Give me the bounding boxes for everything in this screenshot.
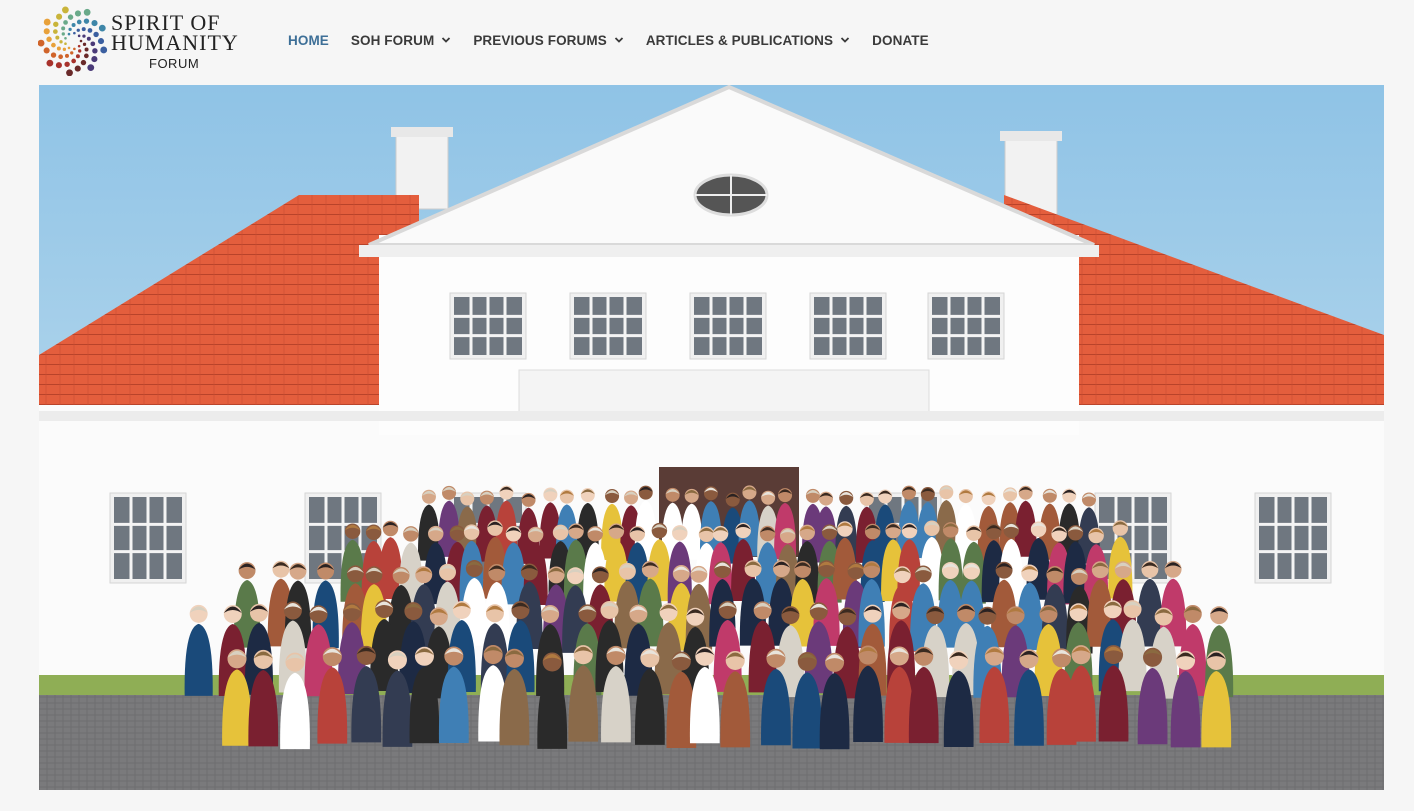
logo-dot (90, 41, 96, 47)
logo-dot (56, 13, 63, 20)
logo-dot (50, 52, 57, 58)
spiral-dots-logo-icon (38, 6, 108, 76)
logo-dot (64, 36, 67, 40)
logo-dot (81, 27, 86, 32)
nav-item-label: HOME (288, 32, 329, 48)
site-logo-link[interactable]: SPIRIT OF HUMANITY FORUM (38, 6, 243, 76)
logo-dot (78, 49, 82, 53)
logo-dot (83, 8, 91, 16)
logo-dot (53, 29, 58, 34)
logo-dot (66, 69, 73, 76)
logo-dot (82, 42, 87, 46)
logo-dot (100, 46, 108, 54)
logo-dot (93, 31, 99, 38)
logo-dot (73, 31, 76, 35)
logo-dot (76, 19, 82, 25)
logo-dot (68, 27, 72, 32)
logo-dot (56, 46, 61, 51)
site-header: SPIRIT OF HUMANITY FORUM HOME SOH FORUM … (0, 0, 1414, 85)
logo-dot (70, 51, 74, 55)
main-nav: HOME SOH FORUM PREVIOUS FORUMS ARTICLES … (288, 28, 951, 52)
logo-dot (80, 59, 87, 66)
logo-dot (83, 18, 90, 24)
logo-dot (46, 36, 52, 42)
nav-item-soh-forum[interactable]: SOH FORUM (351, 33, 451, 48)
nav-item-label: ARTICLES & PUBLICATIONS (645, 32, 834, 48)
nav-item-home[interactable]: HOME (288, 33, 329, 48)
nav-item-label: PREVIOUS FORUMS (473, 32, 607, 48)
nav-item-donate[interactable]: DONATE (872, 33, 929, 48)
logo-dot (61, 26, 66, 31)
nav-item-previous-forums[interactable]: PREVIOUS FORUMS (473, 33, 624, 48)
logo-dot (62, 47, 67, 51)
logo-dot (64, 53, 69, 58)
logo-dot (97, 38, 105, 45)
chevron-down-icon (614, 37, 623, 43)
logo-dot (67, 46, 71, 50)
logo-dot (73, 47, 76, 51)
logo-dot (92, 48, 98, 54)
chimney-cap (391, 127, 453, 137)
chimney-cap (1000, 131, 1062, 141)
logo-dot (59, 40, 63, 44)
logo-dot (43, 28, 50, 35)
logo-dot (43, 18, 51, 26)
belt-course (39, 411, 1384, 421)
logo-dot (51, 42, 56, 48)
logo-dot (38, 39, 45, 47)
logo-text-line2: HUMANITY (111, 30, 239, 55)
logo-dot (76, 28, 80, 32)
logo-dot (53, 21, 59, 27)
logo-dot (87, 28, 93, 33)
logo-dot (83, 53, 89, 59)
logo-dot (74, 10, 82, 17)
logo-dot (82, 34, 86, 38)
hero-group-photo (39, 85, 1384, 790)
nav-item-label: DONATE (872, 32, 929, 48)
logo-dot (91, 20, 98, 27)
hero-photo-illustration (39, 85, 1384, 790)
nav-item-label: SOH FORUM (350, 32, 435, 48)
logo-dot (87, 64, 95, 72)
logo-dot (91, 56, 98, 63)
logo-dot (55, 35, 60, 40)
logo-dot (61, 6, 69, 14)
logo-dot (43, 47, 50, 54)
logo-dot (86, 36, 91, 41)
logo-dot (77, 34, 81, 38)
cornice (359, 245, 1099, 257)
logo-dot (84, 47, 89, 52)
logo-dot (75, 54, 80, 59)
logo-dot (61, 32, 65, 36)
balcony (518, 369, 930, 419)
logo-dot (74, 65, 81, 72)
logo-dot (79, 39, 83, 43)
logo-dot (46, 59, 54, 67)
chevron-down-icon (841, 37, 850, 43)
logo-text-line3: FORUM (149, 56, 200, 71)
chevron-down-icon (442, 37, 451, 43)
logo-dot (58, 54, 64, 60)
logo-dot (55, 62, 62, 69)
logo-dot (77, 44, 81, 48)
logo-dot (67, 14, 74, 20)
logo-dot (71, 23, 76, 28)
logo-dot (64, 42, 67, 46)
logo-dot (64, 61, 70, 67)
logo-dot (71, 58, 77, 64)
logo-dot (98, 24, 106, 32)
logo-dot (63, 20, 68, 25)
nav-item-articles-publications[interactable]: ARTICLES & PUBLICATIONS (646, 33, 850, 48)
logo-dot (67, 32, 71, 36)
